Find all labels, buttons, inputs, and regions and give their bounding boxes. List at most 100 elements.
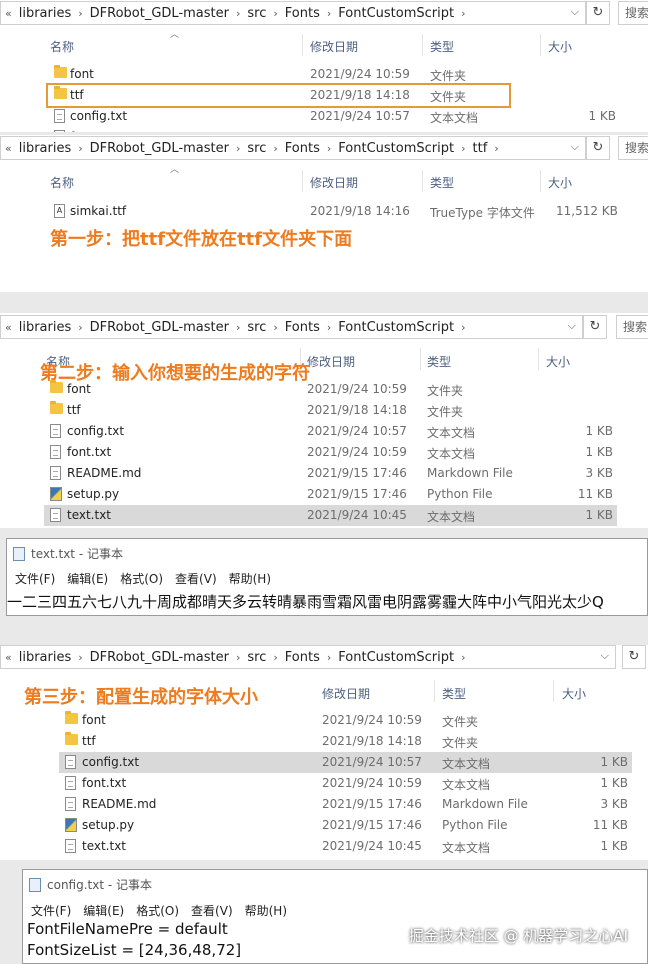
file-date: 2021/9/24 10:59: [307, 445, 407, 459]
refresh-button[interactable]: ↻: [586, 1, 610, 25]
notepad-text-content[interactable]: 一二三四五六七八九十周成都晴天多云转晴暴雨雪霜风雷电阴露雾霾大阵中小气阳光太少Q: [7, 591, 604, 612]
address-dropdown-icon[interactable]: ⌵: [571, 140, 579, 154]
column-header-size[interactable]: 大小: [546, 353, 570, 370]
search-input[interactable]: 搜索: [618, 1, 648, 25]
breadcrumb-item[interactable]: DFRobot_GDL-master: [83, 650, 236, 665]
config-line-1[interactable]: FontFileNamePre = default: [27, 920, 228, 938]
address-dropdown-icon[interactable]: ⌵: [568, 319, 576, 333]
file-name: config.txt: [70, 109, 128, 123]
breadcrumb-item[interactable]: src: [240, 650, 273, 665]
column-header-size[interactable]: 大小: [548, 174, 572, 191]
menu-item[interactable]: 格式(O): [114, 570, 169, 587]
breadcrumb-separator-icon[interactable]: ›: [461, 651, 465, 664]
address-bar[interactable]: «libraries › DFRobot_GDL-master › src › Fonts ›…: [0, 1, 586, 25]
search-input[interactable]: 搜索: [618, 136, 648, 160]
breadcrumb-item[interactable]: src: [240, 141, 273, 156]
file-date: 2021/9/18 14:18: [307, 403, 407, 417]
breadcrumb-item[interactable]: libraries: [12, 320, 79, 335]
file-row[interactable]: Asimkai.ttf 2021/9/18 14:16 TrueType 字体文件 1…: [48, 201, 618, 222]
file-date: 2021/9/24 10:59: [310, 130, 410, 132]
address-bar[interactable]: «libraries › DFRobot_GDL-master › src › Fonts ›…: [0, 315, 583, 339]
text-file-icon: [65, 839, 76, 853]
file-row[interactable]: font.txt 2021/9/24 10:59 文本文档 1 KB: [44, 442, 617, 463]
column-header-type[interactable]: 类型: [427, 353, 451, 370]
breadcrumb-item[interactable]: FontCustomScript: [331, 650, 461, 665]
search-input[interactable]: 搜索: [616, 315, 648, 339]
file-row[interactable]: setup.py 2021/9/15 17:46 Python File 11 KB: [44, 484, 617, 505]
breadcrumb-item[interactable]: libraries: [12, 141, 79, 156]
breadcrumb-item[interactable]: DFRobot_GDL-master: [83, 141, 236, 156]
breadcrumb-item[interactable]: src: [240, 320, 273, 335]
file-row[interactable]: README.md 2021/9/15 17:46 Markdown File 3 K…: [44, 463, 617, 484]
file-row[interactable]: setup.py 2021/9/15 17:46 Python File 11 KB: [59, 815, 632, 836]
menu-item[interactable]: 编辑(E): [61, 570, 114, 587]
menu-item[interactable]: 格式(O): [130, 902, 185, 919]
breadcrumb-item[interactable]: FontCustomScript: [331, 320, 461, 335]
breadcrumb-item[interactable]: libraries: [12, 650, 79, 665]
breadcrumb-overflow-icon[interactable]: «: [5, 142, 12, 155]
menu-item[interactable]: 帮助(H): [239, 902, 293, 919]
file-row[interactable]: ttf 2021/9/18 14:18 文件夹: [59, 731, 632, 752]
menu-item[interactable]: 帮助(H): [223, 570, 277, 587]
file-row[interactable]: ttf 2021/9/18 14:18 文件夹: [44, 400, 617, 421]
notepad-titlebar: config.txt - 记事本: [29, 876, 152, 893]
column-divider: [302, 170, 303, 192]
menu-item[interactable]: 文件(F): [9, 570, 61, 587]
breadcrumb-item[interactable]: Fonts: [278, 6, 327, 21]
file-row[interactable]: font 2021/9/24 10:59 文件夹: [59, 710, 632, 731]
refresh-button[interactable]: ↻: [622, 645, 646, 669]
file-row[interactable]: font.txt 2021/9/24 10:59 文本文档 1 KB: [48, 127, 618, 132]
breadcrumb-item[interactable]: Fonts: [278, 141, 327, 156]
breadcrumb-item[interactable]: libraries: [12, 6, 79, 21]
column-header-date[interactable]: 修改日期: [310, 38, 358, 55]
refresh-button[interactable]: ↻: [586, 136, 610, 160]
menu-item[interactable]: 查看(V): [185, 902, 239, 919]
address-bar[interactable]: «libraries › DFRobot_GDL-master › src › Fonts ›…: [0, 645, 616, 669]
column-header-date[interactable]: 修改日期: [310, 174, 358, 191]
column-divider: [420, 348, 421, 370]
breadcrumb-item[interactable]: DFRobot_GDL-master: [83, 320, 236, 335]
column-header-size[interactable]: 大小: [562, 685, 586, 702]
file-row[interactable]: README.md 2021/9/15 17:46 Markdown File 3 K…: [59, 794, 632, 815]
notepad-menubar: 文件(F) 编辑(E) 格式(O) 查看(V) 帮助(H): [25, 902, 293, 919]
breadcrumb-overflow-icon[interactable]: «: [5, 321, 12, 334]
address-dropdown-icon[interactable]: ⌵: [571, 5, 579, 19]
file-row[interactable]: config.txt 2021/9/24 10:57 文本文档 1 KB: [59, 752, 632, 773]
config-line-2[interactable]: FontSizeList = [24,36,48,72]: [27, 941, 241, 959]
breadcrumb-overflow-icon[interactable]: «: [5, 651, 12, 664]
breadcrumb-overflow-icon[interactable]: «: [5, 7, 12, 20]
file-row[interactable]: font.txt 2021/9/24 10:59 文本文档 1 KB: [59, 773, 632, 794]
menu-item[interactable]: 查看(V): [169, 570, 223, 587]
breadcrumb-item[interactable]: ttf: [466, 141, 495, 156]
column-header-size[interactable]: 大小: [548, 38, 572, 55]
menu-item[interactable]: 文件(F): [25, 902, 77, 919]
file-row[interactable]: config.txt 2021/9/24 10:57 文本文档 1 KB: [44, 421, 617, 442]
column-header-name[interactable]: 名称: [50, 174, 74, 191]
text-file-icon: [65, 776, 76, 790]
breadcrumb-separator-icon[interactable]: ›: [461, 7, 465, 20]
file-row[interactable]: config.txt 2021/9/24 10:57 文本文档 1 KB: [48, 106, 618, 127]
refresh-button[interactable]: ↻: [583, 315, 607, 339]
address-bar[interactable]: «libraries › DFRobot_GDL-master › src › Fonts ›…: [0, 136, 586, 160]
column-header-type[interactable]: 类型: [430, 174, 454, 191]
file-row[interactable]: font 2021/9/24 10:59 文件夹: [44, 379, 617, 400]
menu-item[interactable]: 编辑(E): [77, 902, 130, 919]
breadcrumb-separator-icon[interactable]: ›: [461, 321, 465, 334]
breadcrumb-item[interactable]: Fonts: [278, 650, 327, 665]
file-row[interactable]: text.txt 2021/9/24 10:45 文本文档 1 KB: [44, 505, 617, 526]
column-header-type[interactable]: 类型: [430, 38, 454, 55]
breadcrumb-item[interactable]: FontCustomScript: [331, 141, 461, 156]
column-header-type[interactable]: 类型: [442, 685, 466, 702]
address-dropdown-icon[interactable]: ⌵: [601, 649, 609, 663]
breadcrumb-item[interactable]: src: [240, 6, 273, 21]
column-header-date[interactable]: 修改日期: [307, 353, 355, 370]
file-row[interactable]: text.txt 2021/9/24 10:45 文本文档 1 KB: [59, 836, 632, 857]
sort-ascending-icon: ︿: [170, 30, 180, 40]
file-row[interactable]: font 2021/9/24 10:59 文件夹: [48, 64, 618, 85]
breadcrumb-item[interactable]: FontCustomScript: [331, 6, 461, 21]
column-header-name[interactable]: 名称: [50, 38, 74, 55]
breadcrumb-item[interactable]: DFRobot_GDL-master: [83, 6, 236, 21]
column-header-date[interactable]: 修改日期: [322, 685, 370, 702]
breadcrumb-item[interactable]: Fonts: [278, 320, 327, 335]
breadcrumb-separator-icon[interactable]: ›: [494, 142, 498, 155]
